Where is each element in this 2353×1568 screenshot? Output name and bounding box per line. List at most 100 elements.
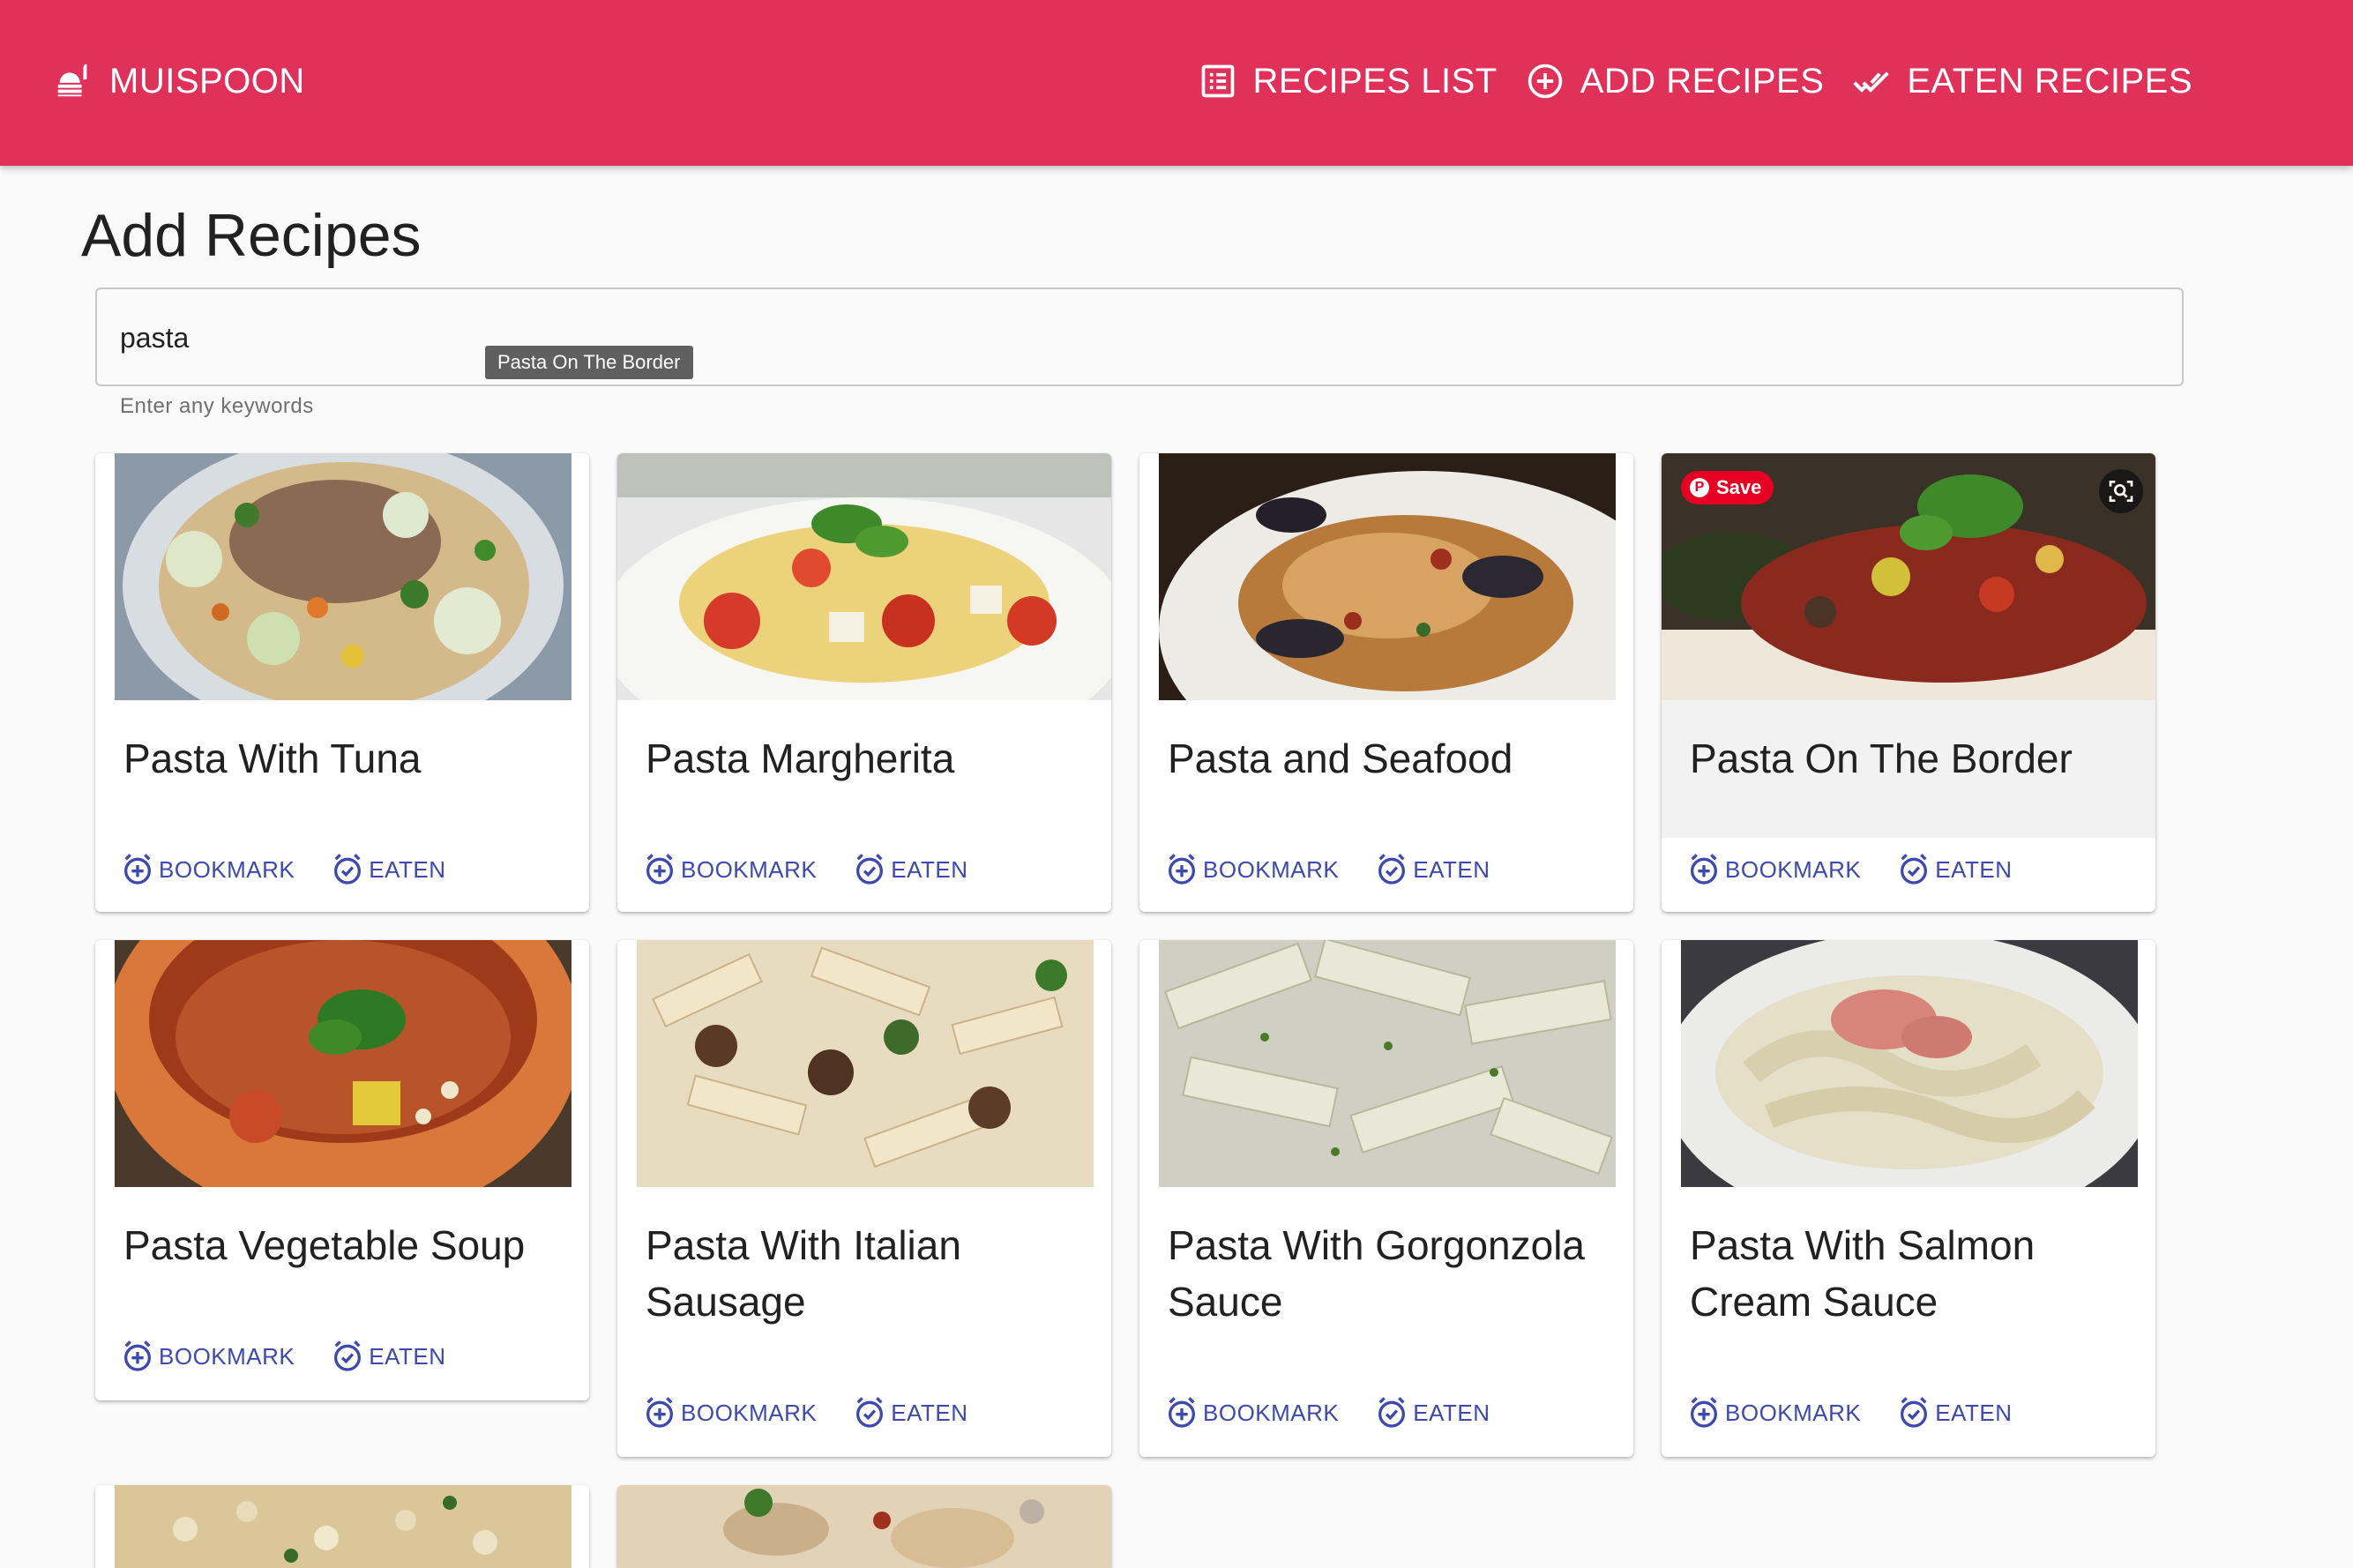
eaten-check-icon	[1378, 854, 1406, 885]
search-helper-text: Enter any keywords	[120, 394, 314, 418]
eaten-label: EATEN	[369, 1342, 446, 1370]
recipe-title: Pasta With Salmon Cream Sauce	[1690, 1222, 2036, 1325]
eaten-label: EATEN	[891, 855, 968, 883]
nav-label: EATEN RECIPES	[1907, 61, 2192, 101]
pinterest-icon: P	[1690, 478, 1709, 497]
eaten-label: EATEN	[1413, 855, 1490, 883]
eaten-check-icon	[334, 1340, 362, 1371]
done-all-icon	[1853, 71, 1890, 93]
eaten-label: EATEN	[1935, 855, 2013, 883]
eaten-check-icon	[856, 1397, 884, 1428]
nav-recipes-list[interactable]: RECIPES LIST	[1184, 53, 1512, 109]
bookmark-button[interactable]: BOOKMARK	[1686, 1395, 1861, 1430]
recipe-title: Pasta With Tuna	[123, 735, 422, 781]
card-actions: BOOKMARK EATEN	[1686, 852, 2048, 887]
bookmark-label: BOOKMARK	[1725, 855, 1862, 883]
recipe-image[interactable]	[115, 940, 571, 1187]
save-label: Save	[1716, 476, 1762, 498]
visual-search-button[interactable]	[2099, 469, 2143, 513]
recipe-card[interactable]: Pasta With Gorgonzola Sauce BOOKMARK EAT…	[1139, 940, 1633, 1457]
bookmark-button[interactable]: BOOKMARK	[1164, 852, 1339, 887]
nav-add-recipes[interactable]: ADD RECIPES	[1512, 53, 1839, 109]
bookmark-label: BOOKMARK	[681, 855, 818, 883]
recipe-title: Pasta Vegetable Soup	[123, 1222, 526, 1268]
nav-eaten-recipes[interactable]: EATEN RECIPES	[1838, 53, 2207, 109]
bookmark-add-icon	[124, 854, 151, 885]
recipe-image[interactable]	[617, 453, 1111, 700]
nav-label: ADD RECIPES	[1580, 61, 1825, 101]
card-actions: BOOKMARK EATEN	[120, 1339, 482, 1374]
page-title: Add Recipes	[81, 202, 422, 269]
eaten-label: EATEN	[891, 1399, 968, 1426]
recipe-card[interactable]: P Save Pasta On The Border BOOKMARK EATE…	[1662, 453, 2155, 912]
recipe-image[interactable]	[1681, 940, 2138, 1187]
recipe-image[interactable]	[1159, 453, 1616, 700]
recipe-card[interactable]: Pasta With Tuna BOOKMARK EATEN	[95, 453, 589, 912]
bookmark-add-icon	[646, 1397, 673, 1428]
list-icon	[1201, 64, 1234, 98]
card-actions: BOOKMARK EATEN	[642, 1395, 1004, 1430]
eaten-check-icon	[1378, 1397, 1406, 1428]
eaten-label: EATEN	[1935, 1399, 2013, 1426]
card-actions: BOOKMARK EATEN	[1164, 852, 1526, 887]
eaten-button[interactable]: EATEN	[330, 852, 445, 887]
recipe-title: Pasta Margherita	[646, 735, 955, 781]
recipe-title: Pasta On The Border	[1690, 735, 2073, 781]
card-actions: BOOKMARK EATEN	[120, 852, 482, 887]
recipe-image[interactable]	[617, 1485, 1111, 1568]
card-actions: BOOKMARK EATEN	[1164, 1395, 1526, 1430]
eaten-check-icon	[1901, 854, 1928, 885]
eaten-button[interactable]: EATEN	[330, 1339, 445, 1374]
bookmark-add-icon	[1169, 854, 1195, 885]
search-field[interactable]	[95, 287, 2184, 386]
recipe-image[interactable]: P Save	[1662, 453, 2155, 700]
recipe-card[interactable]: Pasta and Seafood BOOKMARK EATEN	[1139, 453, 1633, 912]
bookmark-button[interactable]: BOOKMARK	[642, 852, 817, 887]
bookmark-label: BOOKMARK	[159, 1342, 295, 1370]
eaten-button[interactable]: EATEN	[852, 852, 967, 887]
pinterest-save-button[interactable]: P Save	[1681, 471, 1774, 504]
tooltip: Pasta On The Border	[485, 346, 693, 379]
bookmark-label: BOOKMARK	[1203, 855, 1340, 883]
brand[interactable]: MUISPOON	[53, 56, 305, 106]
lens-search-icon	[2109, 481, 2133, 502]
bookmark-button[interactable]: BOOKMARK	[1164, 1395, 1339, 1430]
recipe-card[interactable]	[95, 1485, 589, 1568]
bookmark-label: BOOKMARK	[681, 1399, 818, 1426]
recipe-title: Pasta and Seafood	[1168, 735, 1513, 781]
app-bar: MUISPOON RECIPES LIST ADD RECIPES EATEN …	[0, 0, 2353, 166]
eaten-check-icon	[856, 854, 884, 885]
bookmark-label: BOOKMARK	[1203, 1399, 1340, 1426]
eaten-label: EATEN	[369, 855, 446, 883]
recipe-image[interactable]	[1159, 940, 1616, 1187]
eaten-button[interactable]: EATEN	[1896, 852, 2012, 887]
recipe-image[interactable]	[637, 940, 1094, 1187]
recipe-card[interactable]: Pasta With Salmon Cream Sauce BOOKMARK E…	[1662, 940, 2155, 1457]
recipe-image[interactable]	[115, 1485, 571, 1568]
bookmark-add-icon	[1691, 1397, 1717, 1428]
eaten-button[interactable]: EATEN	[852, 1395, 967, 1430]
eaten-button[interactable]: EATEN	[1374, 852, 1490, 887]
eaten-check-icon	[334, 854, 362, 885]
bookmark-button[interactable]: BOOKMARK	[120, 852, 295, 887]
card-actions: BOOKMARK EATEN	[1686, 1395, 2048, 1430]
recipe-card[interactable]: Pasta With Italian Sausage BOOKMARK EATE…	[617, 940, 1111, 1457]
brand-name: MUISPOON	[109, 61, 305, 101]
nav-label: RECIPES LIST	[1252, 61, 1498, 101]
eaten-button[interactable]: EATEN	[1374, 1395, 1490, 1430]
bookmark-button[interactable]: BOOKMARK	[642, 1395, 817, 1430]
add-circle-icon	[1528, 63, 1562, 99]
top-nav: RECIPES LIST ADD RECIPES EATEN RECIPES	[1184, 53, 2207, 109]
bookmark-add-icon	[124, 1340, 151, 1371]
recipe-title: Pasta With Gorgonzola Sauce	[1168, 1222, 1586, 1325]
recipe-card[interactable]: Pasta Margherita BOOKMARK EATEN	[617, 453, 1111, 912]
recipe-card[interactable]	[617, 1485, 1111, 1568]
bookmark-button[interactable]: BOOKMARK	[120, 1339, 295, 1374]
recipe-image[interactable]	[115, 453, 571, 700]
recipe-card[interactable]: Pasta Vegetable Soup BOOKMARK EATEN	[95, 940, 589, 1400]
eaten-check-icon	[1901, 1397, 1928, 1428]
search-input[interactable]	[120, 316, 2148, 360]
bookmark-button[interactable]: BOOKMARK	[1686, 852, 1861, 887]
bookmark-label: BOOKMARK	[1725, 1399, 1862, 1426]
eaten-button[interactable]: EATEN	[1896, 1395, 2012, 1430]
